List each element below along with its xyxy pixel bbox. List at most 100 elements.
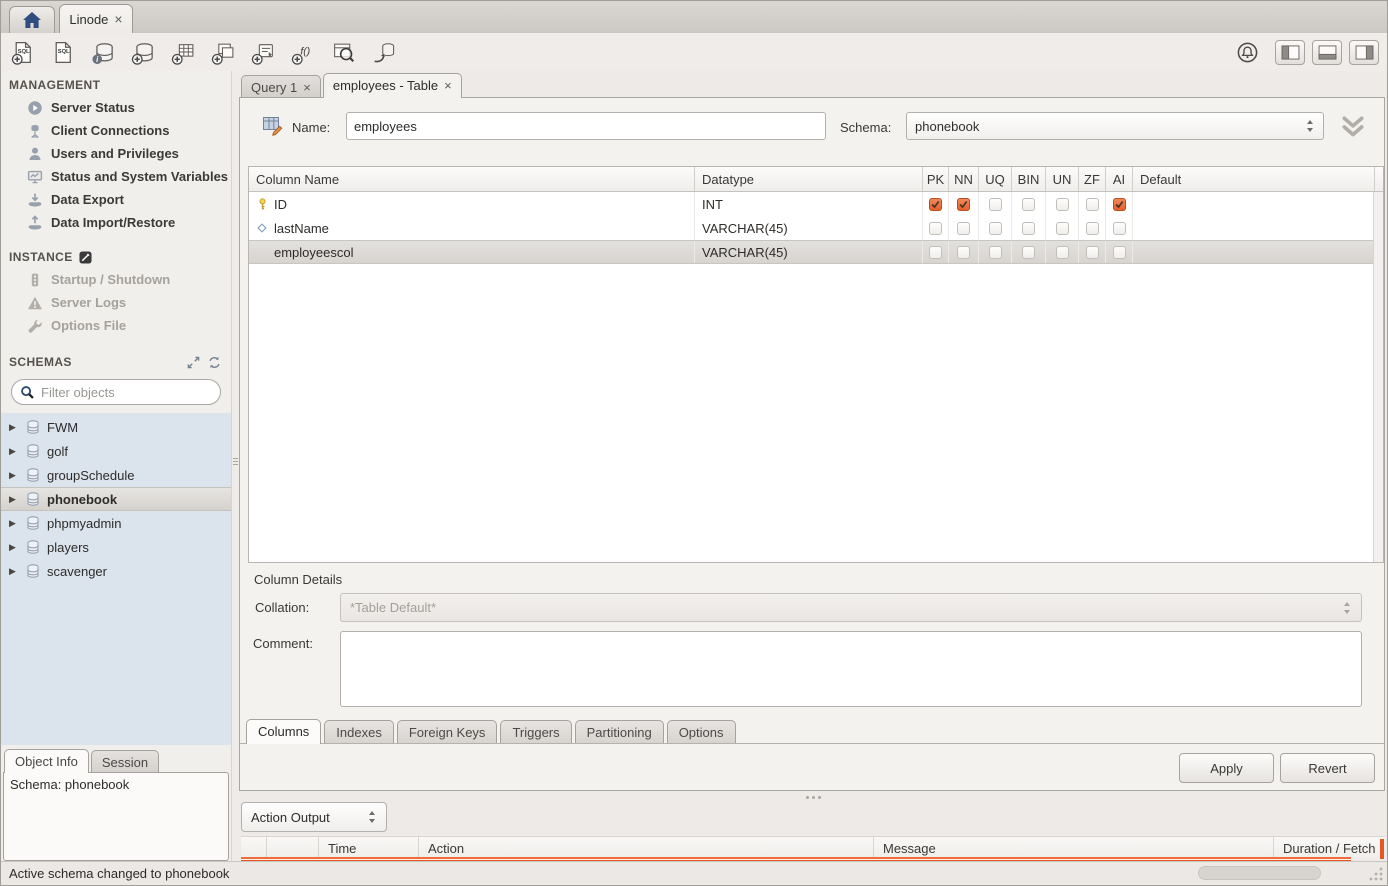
tab-columns[interactable]: Columns [246, 719, 321, 744]
grid-header-datatype[interactable]: Datatype [695, 167, 923, 191]
ai-checkbox[interactable] [1113, 198, 1126, 211]
column-row-lastname[interactable]: lastNameVARCHAR(45) [249, 216, 1383, 240]
tab-session[interactable]: Session [91, 750, 159, 773]
apply-button[interactable]: Apply [1179, 753, 1274, 783]
expander-arrow-icon[interactable]: ▶ [9, 518, 19, 529]
sidebar-item-data-export[interactable]: Data Export [1, 188, 231, 211]
sidebar-splitter[interactable] [231, 71, 239, 863]
grid-header-zf[interactable]: ZF [1079, 167, 1106, 191]
ao-header-blank[interactable] [241, 837, 267, 859]
toggle-bottom-panel-button[interactable] [1312, 40, 1342, 65]
grid-header-un[interactable]: UN [1046, 167, 1079, 191]
reconnect-db-button[interactable] [369, 38, 397, 66]
tab-foreign-keys[interactable]: Foreign Keys [397, 720, 498, 743]
default-cell[interactable] [1133, 216, 1375, 240]
column-name-cell[interactable]: lastName [249, 216, 695, 240]
uq-checkbox[interactable] [989, 246, 1002, 259]
sidebar-item-server-status[interactable]: Server Status [1, 96, 231, 119]
new-sql-tab-button[interactable]: SQL [9, 38, 37, 66]
ao-header-duration-fetch[interactable]: Duration / Fetch [1274, 837, 1385, 859]
close-icon[interactable]: × [444, 79, 452, 92]
grid-header-bin[interactable]: BIN [1012, 167, 1046, 191]
sidebar-item-client-connections[interactable]: Client Connections [1, 119, 231, 142]
zf-checkbox[interactable] [1086, 246, 1099, 259]
notification-button[interactable] [1234, 39, 1260, 65]
expand-schemas-icon[interactable] [187, 356, 200, 369]
tab-object-info[interactable]: Object Info [4, 749, 89, 773]
column-name-cell[interactable]: ID [249, 192, 695, 216]
create-schema-button[interactable] [129, 38, 157, 66]
grid-vertical-scrollbar[interactable] [1373, 192, 1383, 562]
collapse-header-chevrons-icon[interactable] [1336, 112, 1370, 142]
create-procedure-button[interactable] [249, 38, 277, 66]
tab-employees-table[interactable]: employees - Table× [323, 73, 462, 98]
nn-checkbox[interactable] [957, 198, 970, 211]
column-name-cell[interactable]: employeescol [249, 241, 695, 263]
refresh-schemas-icon[interactable] [208, 356, 221, 369]
datatype-cell[interactable]: VARCHAR(45) [695, 216, 923, 240]
statusbar-scrollbar-thumb[interactable] [1198, 866, 1321, 880]
column-row-employeescol[interactable]: employeescolVARCHAR(45) [249, 240, 1383, 264]
schema-item-groupschedule[interactable]: ▶groupSchedule [1, 463, 231, 487]
sidebar-item-data-import-restore[interactable]: Data Import/Restore [1, 211, 231, 234]
column-row-id[interactable]: IDINT [249, 192, 1383, 216]
schema-item-golf[interactable]: ▶golf [1, 439, 231, 463]
schema-item-players[interactable]: ▶players [1, 535, 231, 559]
uq-checkbox[interactable] [989, 222, 1002, 235]
schema-item-phpmyadmin[interactable]: ▶phpmyadmin [1, 511, 231, 535]
pk-checkbox[interactable] [929, 222, 942, 235]
connection-tab[interactable]: Linode × [59, 4, 133, 33]
schema-item-scavenger[interactable]: ▶scavenger [1, 559, 231, 583]
database-info-button[interactable]: i [89, 38, 117, 66]
home-tab[interactable] [9, 6, 55, 33]
tab-partitioning[interactable]: Partitioning [575, 720, 664, 743]
uq-checkbox[interactable] [989, 198, 1002, 211]
grid-header-pk[interactable]: PK [923, 167, 949, 191]
toggle-right-panel-button[interactable] [1349, 40, 1379, 65]
pk-checkbox[interactable] [929, 246, 942, 259]
open-sql-file-button[interactable]: SQL [49, 38, 77, 66]
bin-checkbox[interactable] [1022, 198, 1035, 211]
datatype-cell[interactable]: VARCHAR(45) [695, 241, 923, 263]
bin-checkbox[interactable] [1022, 246, 1035, 259]
table-name-input[interactable] [346, 112, 826, 140]
expander-arrow-icon[interactable]: ▶ [9, 494, 19, 505]
grid-header-nn[interactable]: NN [949, 167, 979, 191]
grid-header-uq[interactable]: UQ [979, 167, 1012, 191]
nn-checkbox[interactable] [957, 222, 970, 235]
sidebar-item-status-and-system-variables[interactable]: Status and System Variables [1, 165, 231, 188]
sidebar-item-server-logs[interactable]: Server Logs [1, 291, 231, 314]
ai-checkbox[interactable] [1113, 246, 1126, 259]
datatype-cell[interactable]: INT [695, 192, 923, 216]
grid-header-ai[interactable]: AI [1106, 167, 1133, 191]
tab-query-1[interactable]: Query 1× [241, 75, 321, 98]
search-data-button[interactable] [329, 38, 357, 66]
pk-checkbox[interactable] [929, 198, 942, 211]
tab-triggers[interactable]: Triggers [500, 720, 571, 743]
create-table-button[interactable] [169, 38, 197, 66]
ao-header-time[interactable]: Time [319, 837, 419, 859]
vertical-scrollbar-orange[interactable] [1380, 839, 1384, 859]
output-splitter[interactable] [239, 793, 1387, 801]
un-checkbox[interactable] [1056, 246, 1069, 259]
grid-header-default[interactable]: Default [1133, 167, 1375, 191]
un-checkbox[interactable] [1056, 222, 1069, 235]
expander-arrow-icon[interactable]: ▶ [9, 422, 19, 433]
nn-checkbox[interactable] [957, 246, 970, 259]
zf-checkbox[interactable] [1086, 222, 1099, 235]
ao-header-message[interactable]: Message [874, 837, 1274, 859]
sidebar-item-options-file[interactable]: Options File [1, 314, 231, 337]
comment-textarea[interactable] [340, 631, 1362, 707]
bin-checkbox[interactable] [1022, 222, 1035, 235]
zf-checkbox[interactable] [1086, 198, 1099, 211]
schema-select[interactable]: phonebook [906, 112, 1324, 140]
expander-arrow-icon[interactable]: ▶ [9, 470, 19, 481]
ai-checkbox[interactable] [1113, 222, 1126, 235]
expander-arrow-icon[interactable]: ▶ [9, 566, 19, 577]
create-function-button[interactable]: f() [289, 38, 317, 66]
default-cell[interactable] [1133, 241, 1375, 263]
default-cell[interactable] [1133, 192, 1375, 216]
schema-item-fwm[interactable]: ▶FWM [1, 415, 231, 439]
create-view-button[interactable] [209, 38, 237, 66]
toggle-left-panel-button[interactable] [1275, 40, 1305, 65]
